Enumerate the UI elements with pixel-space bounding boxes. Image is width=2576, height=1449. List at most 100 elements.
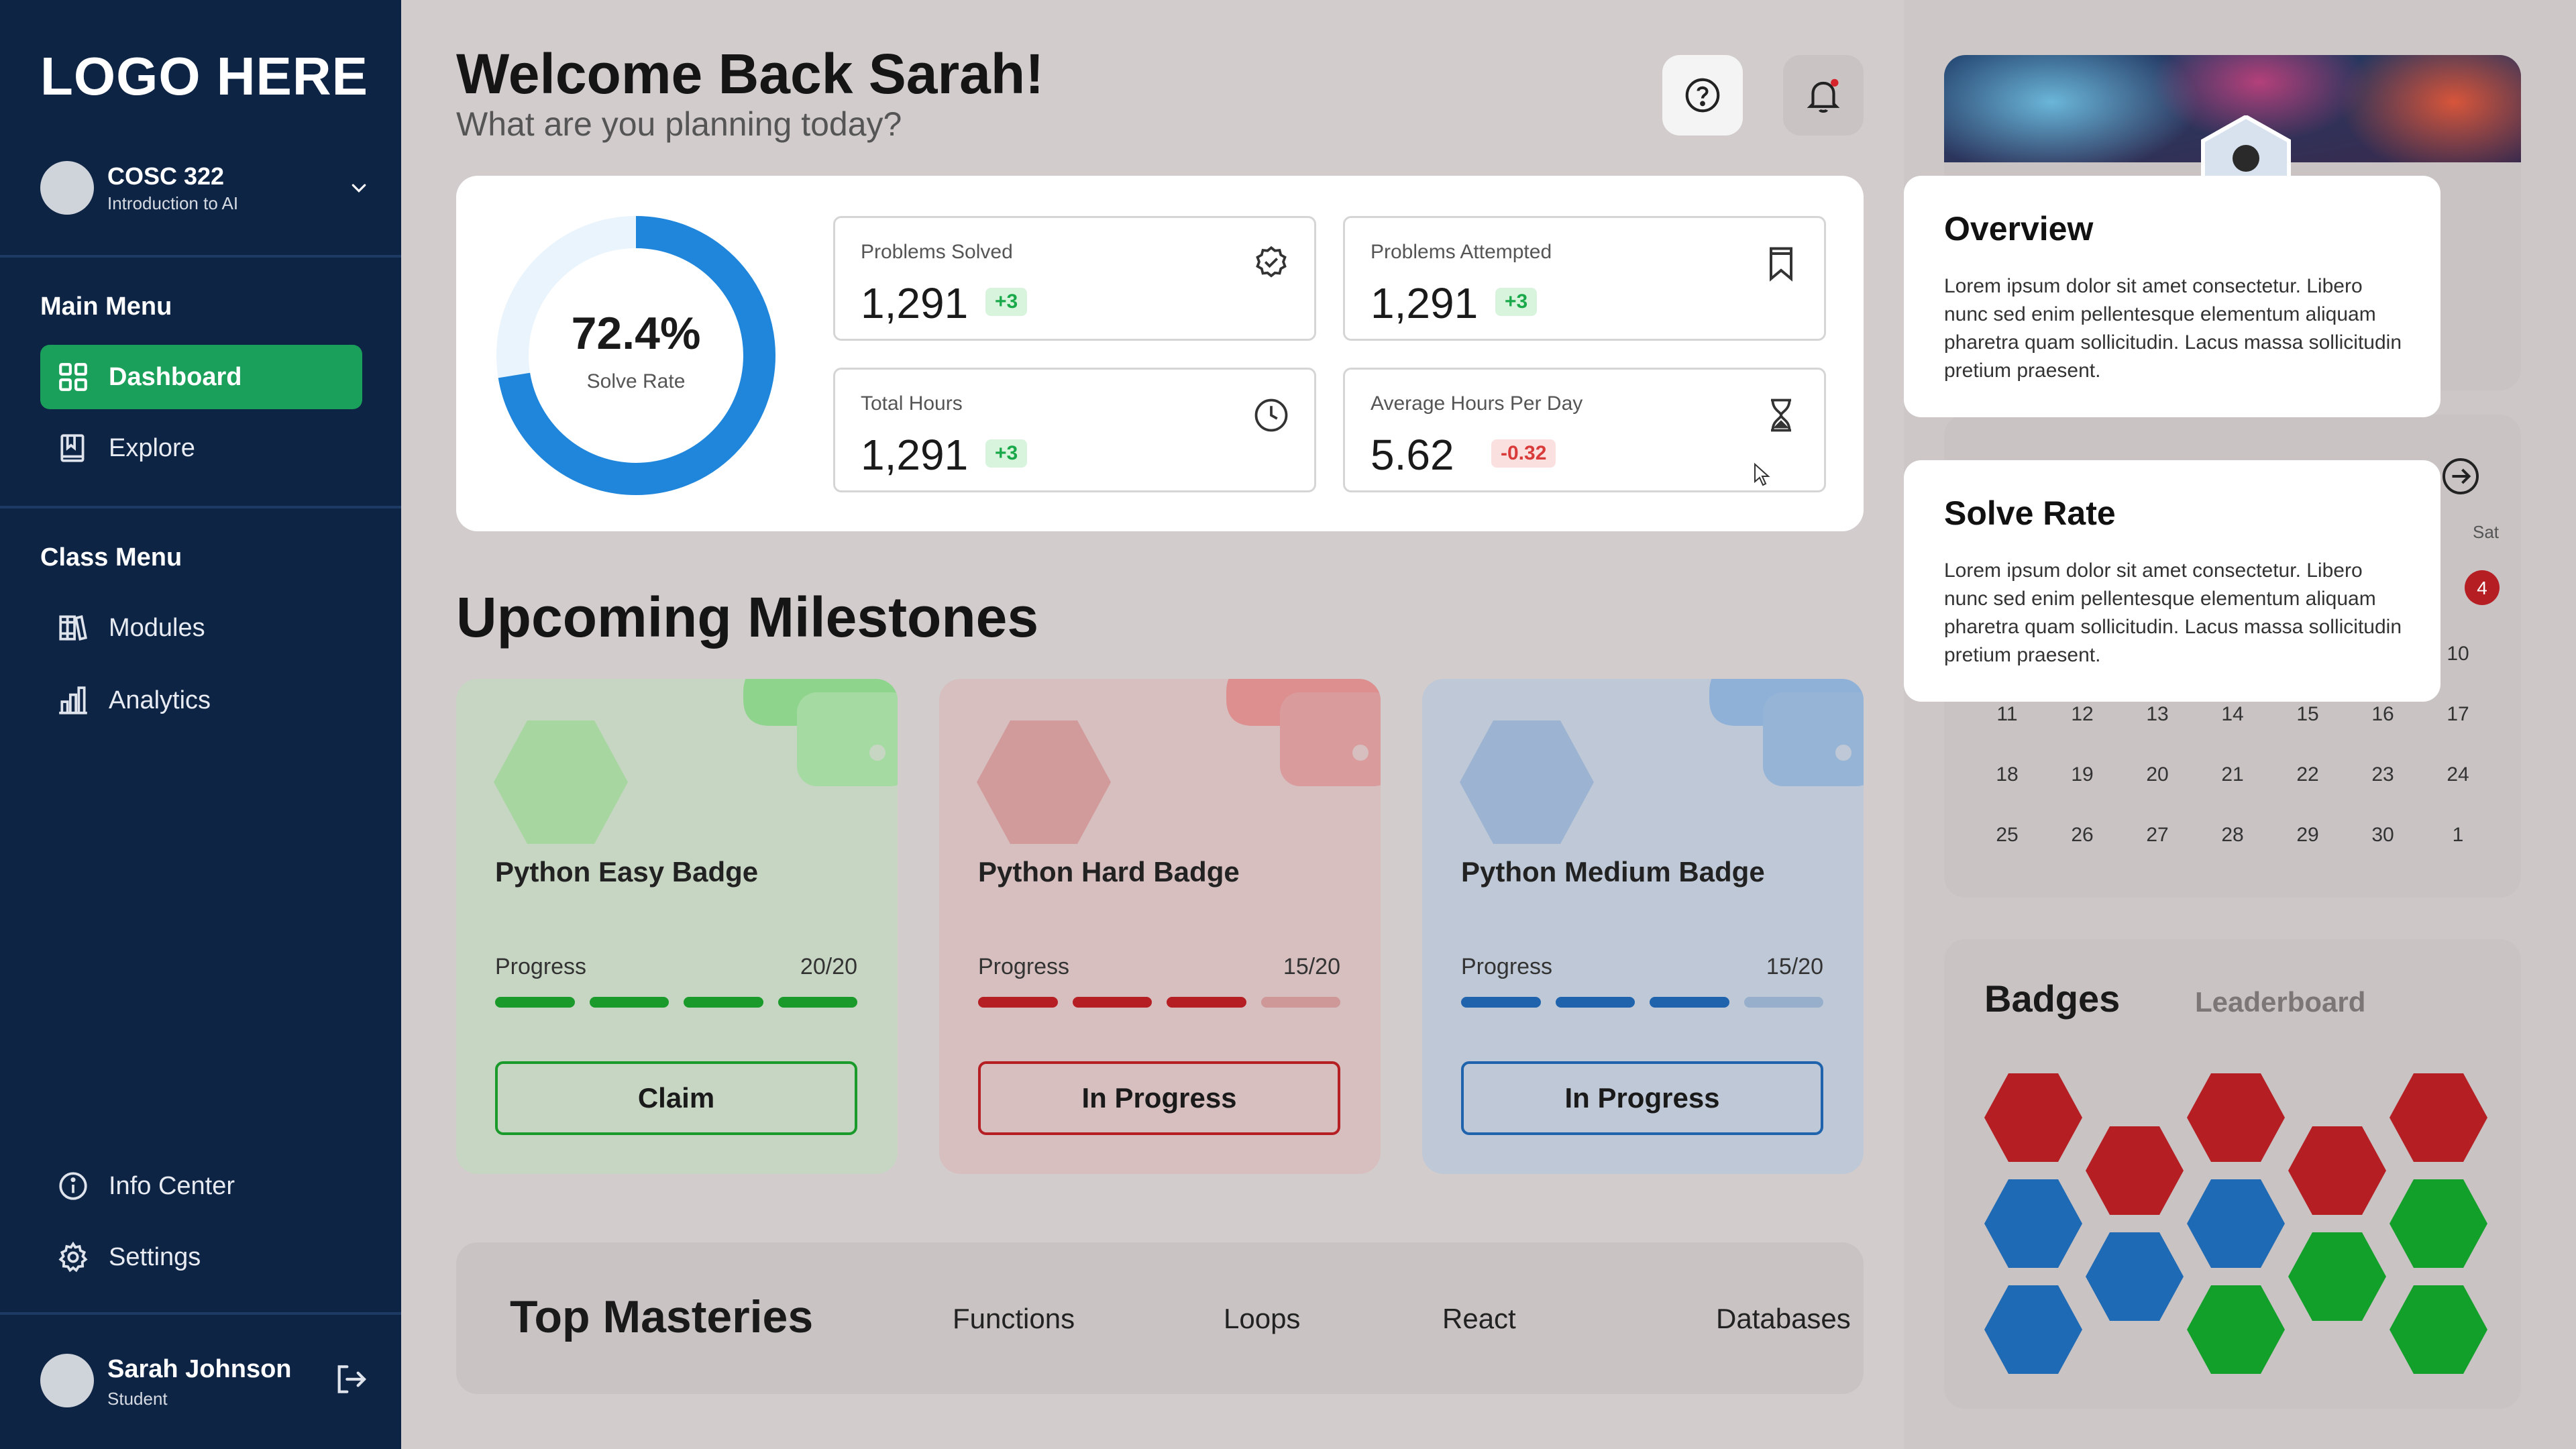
calendar-day[interactable]: 18 — [1971, 763, 2043, 786]
badge-hexagon-icon[interactable] — [2390, 1073, 2487, 1162]
calendar-day[interactable]: 30 — [2347, 824, 2419, 847]
python-logo-icon — [743, 679, 898, 786]
page-subtitle: What are you planning today? — [456, 105, 902, 143]
mastery-item[interactable]: Loops — [1224, 1303, 1300, 1335]
progress-segment — [1167, 997, 1246, 1008]
milestone-title: Python Easy Badge — [495, 856, 759, 888]
sidebar-item-label: Settings — [109, 1242, 201, 1271]
progress-segment — [1743, 997, 1823, 1008]
in-progress-button[interactable]: In Progress — [978, 1061, 1340, 1135]
bookmark-icon — [1770, 247, 1792, 282]
calendar-day[interactable]: 19 — [2046, 763, 2118, 786]
leaderboard-tab[interactable]: Leaderboard — [2195, 986, 2365, 1018]
chevron-down-icon[interactable] — [349, 178, 369, 199]
stat-value: 1,291 — [861, 431, 969, 479]
notifications-button[interactable] — [1783, 55, 1864, 136]
progress-label: Progress — [495, 954, 587, 979]
calendar-week: 11 12 13 14 15 16 17 — [1971, 703, 2494, 726]
progress-segment — [495, 997, 575, 1008]
calendar-day[interactable]: 23 — [2347, 763, 2419, 786]
calendar-day[interactable]: 25 — [1971, 824, 2043, 847]
badge-hexagon-icon[interactable] — [2187, 1285, 2285, 1374]
stat-problems-solved[interactable]: Problems Solved 1,291 +3 — [833, 216, 1316, 341]
logout-icon[interactable] — [331, 1360, 369, 1398]
mastery-item[interactable]: Databases — [1716, 1303, 1851, 1335]
user-role: Student — [107, 1389, 168, 1409]
calendar-day[interactable]: 15 — [2271, 703, 2344, 726]
calendar-day[interactable]: 28 — [2196, 824, 2269, 847]
logo[interactable]: LOGO HERE — [40, 46, 368, 107]
badge-hexagon-icon[interactable] — [2187, 1179, 2285, 1268]
claim-button[interactable]: Claim — [495, 1061, 857, 1135]
stat-delta: +3 — [1495, 288, 1538, 316]
sidebar-divider — [0, 506, 401, 508]
book-icon — [60, 434, 85, 462]
calendar-week: 18 19 20 21 22 23 24 — [1971, 763, 2494, 786]
calendar-day[interactable]: 24 — [2422, 763, 2494, 786]
top-masteries: Top Masteries Functions Loops React Data… — [456, 1242, 1864, 1394]
mastery-item[interactable]: React — [1442, 1303, 1516, 1335]
sidebar-item-label: Explore — [109, 433, 195, 462]
badge-hexagon-icon[interactable] — [1984, 1179, 2082, 1268]
badge-hexagon-icon[interactable] — [2288, 1126, 2386, 1215]
user-name: Sarah Johnson — [107, 1355, 292, 1383]
badges-tab[interactable]: Badges — [1984, 977, 2120, 1020]
milestone-card-easy: Python Easy Badge Progress 20/20 Claim — [456, 679, 898, 1174]
stat-problems-attempted[interactable]: Problems Attempted 1,291 +3 — [1343, 216, 1826, 341]
calendar-day[interactable]: 17 — [2422, 703, 2494, 726]
sidebar-item-info-center[interactable]: Info Center — [40, 1154, 362, 1218]
sidebar-item-label: Analytics — [109, 686, 211, 714]
masteries-heading: Top Masteries — [510, 1291, 814, 1342]
stat-delta: +3 — [985, 439, 1028, 468]
badge-hexagon-icon[interactable] — [2086, 1126, 2184, 1215]
sidebar-item-modules[interactable]: Modules — [40, 596, 362, 660]
calendar-day[interactable]: 1 — [2422, 824, 2494, 847]
calendar-day[interactable]: 29 — [2271, 824, 2344, 847]
sidebar-item-settings[interactable]: Settings — [40, 1225, 362, 1289]
progress-segment — [1072, 997, 1152, 1008]
user-profile[interactable]: Sarah Johnson Student — [40, 1354, 369, 1414]
calendar-day[interactable]: 26 — [2046, 824, 2118, 847]
calendar-day[interactable]: 20 — [2121, 763, 2194, 786]
progress-value: 15/20 — [1766, 954, 1823, 979]
calendar-day[interactable]: 21 — [2196, 763, 2269, 786]
badge-hexagon-icon[interactable] — [1984, 1073, 2082, 1162]
badge-hexagon-icon[interactable] — [2086, 1232, 2184, 1321]
calendar-day[interactable]: 12 — [2046, 703, 2118, 726]
stat-delta: -0.32 — [1491, 439, 1556, 468]
sidebar-divider — [0, 255, 401, 258]
progress-bar — [1461, 997, 1823, 1008]
mastery-item[interactable]: Functions — [953, 1303, 1075, 1335]
calendar-day[interactable]: 14 — [2196, 703, 2269, 726]
badge-hexagon-icon[interactable] — [2187, 1073, 2285, 1162]
sidebar-item-dashboard[interactable]: Dashboard — [40, 345, 362, 409]
progress-value: 15/20 — [1283, 954, 1340, 979]
badge-hexagon-icon[interactable] — [2390, 1179, 2487, 1268]
badge-hexagon-icon[interactable] — [2390, 1285, 2487, 1374]
stat-value: 1,291 — [861, 279, 969, 327]
sidebar-item-explore[interactable]: Explore — [40, 416, 362, 480]
calendar-day[interactable]: 13 — [2121, 703, 2194, 726]
badge-hexagon-icon[interactable] — [1984, 1285, 2082, 1374]
solve-rate-popover: Solve Rate Lorem ipsum dolor sit amet co… — [1904, 460, 2440, 702]
progress-label: Progress — [1461, 954, 1553, 979]
stat-total-hours[interactable]: Total Hours 1,291 +3 — [833, 368, 1316, 492]
help-button[interactable] — [1662, 55, 1743, 136]
solve-rate-label: Solve Rate — [586, 370, 686, 392]
info-icon — [59, 1172, 87, 1200]
course-selector[interactable]: COSC 322 Introduction to AI — [40, 160, 369, 220]
calendar-day[interactable]: 27 — [2121, 824, 2194, 847]
calendar-day[interactable]: 11 — [1971, 703, 2043, 726]
progress-segment — [777, 997, 857, 1008]
main-menu-heading: Main Menu — [40, 292, 172, 321]
in-progress-button[interactable]: In Progress — [1461, 1061, 1823, 1135]
calendar-highlight[interactable]: 4 — [2462, 568, 2502, 608]
popover-body: Lorem ipsum dolor sit amet consectetur. … — [1944, 559, 2402, 666]
calendar-day[interactable]: 22 — [2271, 763, 2344, 786]
chevron-right-icon[interactable] — [2440, 456, 2481, 496]
calendar-day[interactable]: 16 — [2347, 703, 2419, 726]
badge-hexagon-icon[interactable] — [2288, 1232, 2386, 1321]
sidebar-item-analytics[interactable]: Analytics — [40, 668, 362, 733]
hourglass-icon — [1771, 398, 1791, 432]
clock-icon — [1254, 398, 1288, 432]
